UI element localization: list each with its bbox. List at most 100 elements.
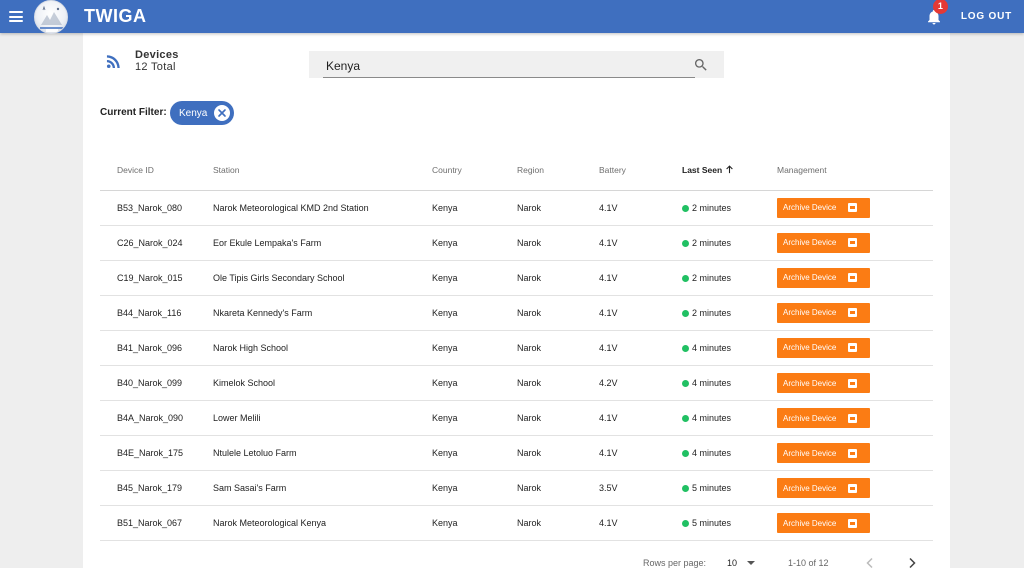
battery-cell: 4.1V xyxy=(599,330,682,366)
archive-device-label: Archive Device xyxy=(783,448,837,458)
column-header-country[interactable]: Country xyxy=(432,151,517,191)
archive-device-button[interactable]: Archive Device xyxy=(777,373,870,394)
online-status-dot xyxy=(682,204,689,212)
management-cell: Archive Device xyxy=(777,435,933,472)
battery-cell: 4.1V xyxy=(599,225,682,261)
archive-device-button[interactable]: Archive Device xyxy=(777,197,870,218)
station-cell: Narok High School xyxy=(213,330,432,366)
chevron-right-icon[interactable] xyxy=(907,557,917,568)
column-header-last-seen[interactable]: Last Seen xyxy=(682,151,777,191)
last-seen-cell: 4 minutes xyxy=(682,435,777,472)
country-cell: Kenya xyxy=(432,505,517,542)
page-title: Devices xyxy=(135,49,179,61)
online-status-dot xyxy=(682,239,689,247)
archive-device-button[interactable]: Archive Device xyxy=(777,232,870,253)
device-id-link[interactable]: B4E_Narok_175 xyxy=(100,435,213,472)
device-id-link[interactable]: B51_Narok_067 xyxy=(100,505,213,542)
archive-device-label: Archive Device xyxy=(783,413,837,423)
notification-badge: 1 xyxy=(932,0,948,14)
rows-per-page-select[interactable]: 10 xyxy=(727,558,737,568)
column-header-region[interactable]: Region xyxy=(517,151,599,191)
archive-device-button[interactable]: Archive Device xyxy=(777,478,870,499)
table-row: B41_Narok_096 Narok High School Kenya Narok… xyxy=(100,330,933,366)
last-seen-cell: 4 minutes xyxy=(682,365,777,402)
table-row: B40_Narok_099 Kimelok School Kenya Narok 4.2… xyxy=(100,365,933,402)
last-seen-cell: 2 minutes xyxy=(682,260,777,296)
station-cell: Ole Tipis Girls Secondary School xyxy=(213,260,432,296)
archive-device-button[interactable]: Archive Device xyxy=(777,513,870,534)
caret-down-icon[interactable] xyxy=(747,561,755,565)
country-cell: Kenya xyxy=(432,295,517,331)
region-cell: Narok xyxy=(517,400,599,437)
device-id-link[interactable]: B44_Narok_116 xyxy=(100,295,213,331)
table-row: C19_Narok_015 Ole Tipis Girls Secondary S… xyxy=(100,260,933,296)
country-cell: Kenya xyxy=(432,225,517,261)
station-cell: Kimelok School xyxy=(213,365,432,402)
filter-chip[interactable]: Kenya xyxy=(170,101,234,125)
devices-panel: Devices 12 Total Current Filter: Kenya D… xyxy=(83,33,950,568)
rss-icon xyxy=(106,55,120,69)
column-header-battery[interactable]: Battery xyxy=(599,151,682,191)
archive-device-button[interactable]: Archive Device xyxy=(777,302,870,323)
logout-button[interactable]: LOG OUT xyxy=(961,11,1012,22)
archive-device-label: Archive Device xyxy=(783,483,837,493)
station-cell: Narok Meteorological KMD 2nd Station xyxy=(213,190,432,226)
column-header-last-seen-label: Last Seen xyxy=(682,165,723,176)
last-seen-text: 5 minutes xyxy=(692,483,732,494)
table-header-row: Device ID Station Country Region Battery… xyxy=(100,151,933,191)
online-status-dot xyxy=(682,520,689,528)
archive-device-button[interactable]: Archive Device xyxy=(777,408,870,429)
chevron-left-icon[interactable] xyxy=(865,557,875,568)
management-cell: Archive Device xyxy=(777,400,933,437)
arrow-up-icon xyxy=(725,165,733,174)
region-cell: Narok xyxy=(517,505,599,542)
archive-icon xyxy=(848,378,858,388)
archive-device-button[interactable]: Archive Device xyxy=(777,337,870,358)
battery-cell: 4.2V xyxy=(599,365,682,402)
search-container xyxy=(309,51,724,78)
online-status-dot xyxy=(682,344,689,352)
device-id-link[interactable]: C19_Narok_015 xyxy=(100,260,213,296)
last-seen-text: 5 minutes xyxy=(692,518,732,529)
country-cell: Kenya xyxy=(432,400,517,437)
archive-icon xyxy=(848,273,858,283)
device-id-link[interactable]: B4A_Narok_090 xyxy=(100,400,213,437)
station-cell: Ntulele Letoluo Farm xyxy=(213,435,432,472)
table-row: C26_Narok_024 Eor Ekule Lempaka's Farm Ken… xyxy=(100,225,933,261)
brand-title: TWIGA xyxy=(84,6,147,26)
battery-cell: 4.1V xyxy=(599,190,682,226)
archive-icon xyxy=(848,518,858,528)
column-header-station[interactable]: Station xyxy=(213,151,432,191)
last-seen-text: 2 minutes xyxy=(692,202,732,213)
region-cell: Narok xyxy=(517,330,599,366)
notifications-bell[interactable]: 1 xyxy=(925,0,948,26)
close-icon[interactable] xyxy=(214,105,230,121)
device-id-link[interactable]: B41_Narok_096 xyxy=(100,330,213,366)
online-status-dot xyxy=(682,450,689,458)
search-icon[interactable] xyxy=(693,57,709,73)
archive-device-button[interactable]: Archive Device xyxy=(777,443,870,464)
country-cell: Kenya xyxy=(432,260,517,296)
last-seen-text: 4 minutes xyxy=(692,378,732,389)
region-cell: Narok xyxy=(517,295,599,331)
online-status-dot xyxy=(682,274,689,282)
country-cell: Kenya xyxy=(432,190,517,226)
column-header-device-id[interactable]: Device ID xyxy=(100,151,213,191)
device-id-link[interactable]: B53_Narok_080 xyxy=(100,190,213,226)
station-cell: Nkareta Kennedy's Farm xyxy=(213,295,432,331)
region-cell: Narok xyxy=(517,365,599,402)
last-seen-cell: 5 minutes xyxy=(682,470,777,507)
archive-device-button[interactable]: Archive Device xyxy=(777,267,870,288)
rows-per-page-label: Rows per page: xyxy=(643,558,707,568)
device-id-link[interactable]: B45_Narok_179 xyxy=(100,470,213,507)
management-cell: Archive Device xyxy=(777,365,933,402)
online-status-dot xyxy=(682,309,689,317)
country-cell: Kenya xyxy=(432,470,517,507)
online-status-dot xyxy=(682,380,689,388)
menu-icon[interactable] xyxy=(9,11,23,22)
country-cell: Kenya xyxy=(432,330,517,366)
last-seen-text: 4 minutes xyxy=(692,413,732,424)
search-input[interactable] xyxy=(323,55,695,78)
device-id-link[interactable]: C26_Narok_024 xyxy=(100,225,213,261)
device-id-link[interactable]: B40_Narok_099 xyxy=(100,365,213,402)
